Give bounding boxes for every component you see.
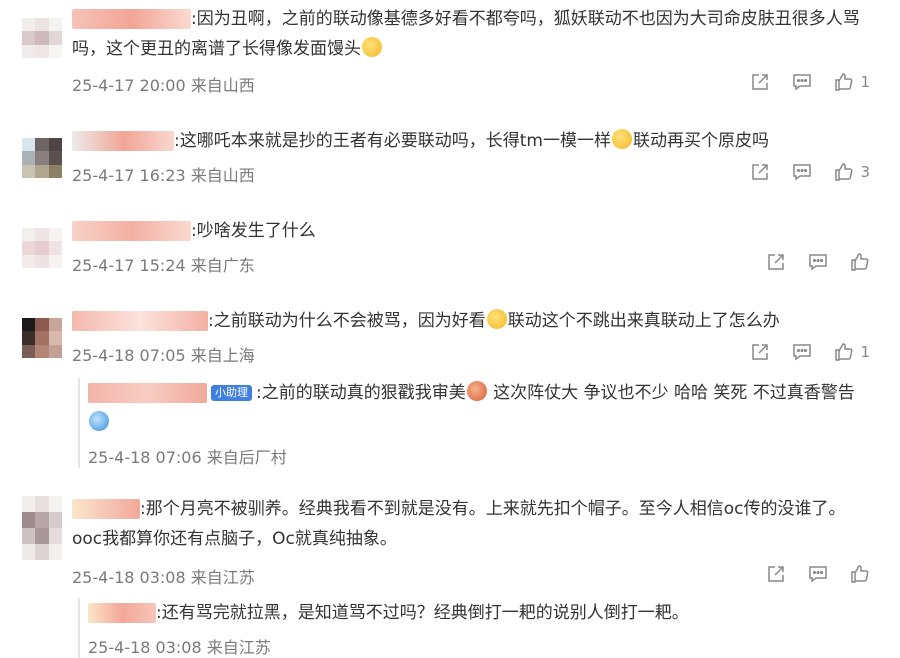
comment-button[interactable]	[808, 252, 828, 272]
reply-meta: 25-4-18 03:08 来自江苏	[88, 638, 271, 657]
comment-icon	[809, 566, 827, 583]
laugh-emoji-icon	[362, 37, 382, 57]
avatar[interactable]	[22, 228, 62, 268]
username[interactable]: 用户名用户名用	[72, 221, 191, 241]
share-button[interactable]	[766, 252, 786, 272]
comment-body: :那个月亮不被驯养。经典我看不到就是没有。上来就先扣个帽子。至今人相信oc传的没…	[72, 499, 846, 549]
comment-text: 用户名用户名用:吵啥发生了什么	[72, 216, 870, 246]
like-count: 1	[860, 73, 870, 91]
like-button[interactable]	[850, 252, 870, 272]
username[interactable]: 用户名用户名用	[72, 9, 191, 29]
like-button[interactable]	[850, 564, 870, 584]
comment-button[interactable]	[792, 162, 812, 182]
reply-body: :之前的联动真的狠戳我审美	[256, 383, 466, 403]
comment-text: 用户名用户名用户:之前联动为什么不会被骂，因为好看 联动这个不跳出来真联动上了怎么…	[72, 306, 870, 336]
reply-text: 用户名用户名用小助理:之前的联动真的狠戳我审美 这次阵仗大 争议也不少 哈哈 笑…	[88, 378, 870, 438]
reply-body: :还有骂完就拉黑，是知道骂不过吗？经典倒打一耙的说别人倒打一耙。	[156, 603, 689, 623]
comment-meta: 25-4-17 20:00 来自山西	[72, 76, 255, 95]
comment-body: :这哪吒本来就是抄的王者有必要联动吗，长得tm一模一样	[174, 131, 611, 151]
emoji-icon	[611, 129, 632, 149]
comment-icon	[793, 344, 812, 361]
avatar[interactable]	[22, 318, 62, 358]
reply-body-continued: 这次阵仗大 争议也不少 哈哈 笑死 不过真香警告	[487, 383, 855, 403]
comment-text: 用户名用户名:这哪吒本来就是抄的王者有必要联动吗，长得tm一模一样 联动再买个原皮…	[72, 126, 870, 156]
assistant-badge: 小助理	[211, 385, 252, 401]
comment-icon	[793, 74, 812, 91]
comment-actions: 1	[750, 342, 870, 362]
emoji-icon	[89, 411, 109, 431]
username[interactable]: 用户名用	[88, 603, 156, 623]
share-icon	[768, 566, 784, 582]
thumbs-up-icon	[835, 343, 853, 361]
comment-body-continued: 联动再买个原皮吗	[632, 131, 769, 151]
comment-body: :因为丑啊，之前的联动像基德多好看不都夸吗，狐妖联动不也因为大司命皮肤丑很多人骂…	[72, 9, 860, 59]
emoji-icon	[466, 381, 487, 401]
share-button[interactable]	[766, 564, 786, 584]
thumbs-up-icon	[835, 73, 853, 91]
reply-meta: 25-4-18 07:06 来自后厂村	[88, 448, 287, 467]
avatar[interactable]	[22, 18, 62, 58]
share-icon	[752, 164, 769, 180]
share-icon	[768, 254, 784, 270]
comment-actions	[766, 252, 870, 272]
comment-actions: 3	[750, 162, 870, 182]
comment-body-continued: 联动这个不跳出来真联动上了怎么办	[507, 311, 780, 331]
thumbs-up-icon	[851, 253, 869, 271]
like-button[interactable]: 1	[834, 72, 870, 92]
thumbs-up-icon	[835, 163, 853, 181]
username[interactable]: 用户名用户名用	[88, 383, 207, 403]
comment-actions: 1	[750, 72, 870, 92]
reply-item: 用户名用户名用小助理:之前的联动真的狠戳我审美 这次阵仗大 争议也不少 哈哈 笑…	[78, 378, 870, 468]
share-icon	[752, 344, 769, 360]
comment-meta: 25-4-17 15:24 来自广东	[72, 256, 255, 275]
comment-text: 用户名用户名用:因为丑啊，之前的联动像基德多好看不都夸吗，狐妖联动不也因为大司命…	[72, 4, 870, 64]
comment-button[interactable]	[792, 342, 812, 362]
thumbs-up-icon	[851, 565, 869, 583]
comment-text: 用户名用:那个月亮不被驯养。经典我看不到就是没有。上来就先扣个帽子。至今人相信o…	[72, 494, 870, 554]
avatar[interactable]	[22, 138, 62, 178]
avatar[interactable]	[22, 496, 62, 560]
like-count: 3	[860, 163, 870, 181]
like-button[interactable]: 3	[834, 162, 870, 182]
comment-meta: 25-4-18 07:05 来自上海	[72, 346, 255, 365]
share-button[interactable]	[750, 342, 770, 362]
comment-icon	[809, 254, 827, 271]
username[interactable]: 用户名用户名	[72, 131, 174, 151]
comment-button[interactable]	[792, 72, 812, 92]
share-icon	[752, 74, 769, 90]
comment-meta: 25-4-17 16:23 来自山西	[72, 166, 255, 185]
share-button[interactable]	[750, 162, 770, 182]
comment-button[interactable]	[808, 564, 828, 584]
reply-item: 用户名用:还有骂完就拉黑，是知道骂不过吗？经典倒打一耙的说别人倒打一耙。 25-…	[78, 598, 870, 658]
comment-body: :之前联动为什么不会被骂，因为好看	[208, 311, 486, 331]
like-count: 1	[860, 343, 870, 361]
like-button[interactable]: 1	[834, 342, 870, 362]
share-button[interactable]	[750, 72, 770, 92]
comment-icon	[793, 164, 812, 181]
comment-actions	[766, 564, 870, 584]
reply-text: 用户名用:还有骂完就拉黑，是知道骂不过吗？经典倒打一耙的说别人倒打一耙。	[88, 598, 870, 628]
username[interactable]: 用户名用户名用户	[72, 311, 208, 331]
crying-emoji-icon	[486, 309, 507, 329]
comment-body: :吵啥发生了什么	[191, 221, 316, 241]
username[interactable]: 用户名用	[72, 499, 140, 519]
comment-meta: 25-4-18 03:08 来自江苏	[72, 568, 255, 587]
